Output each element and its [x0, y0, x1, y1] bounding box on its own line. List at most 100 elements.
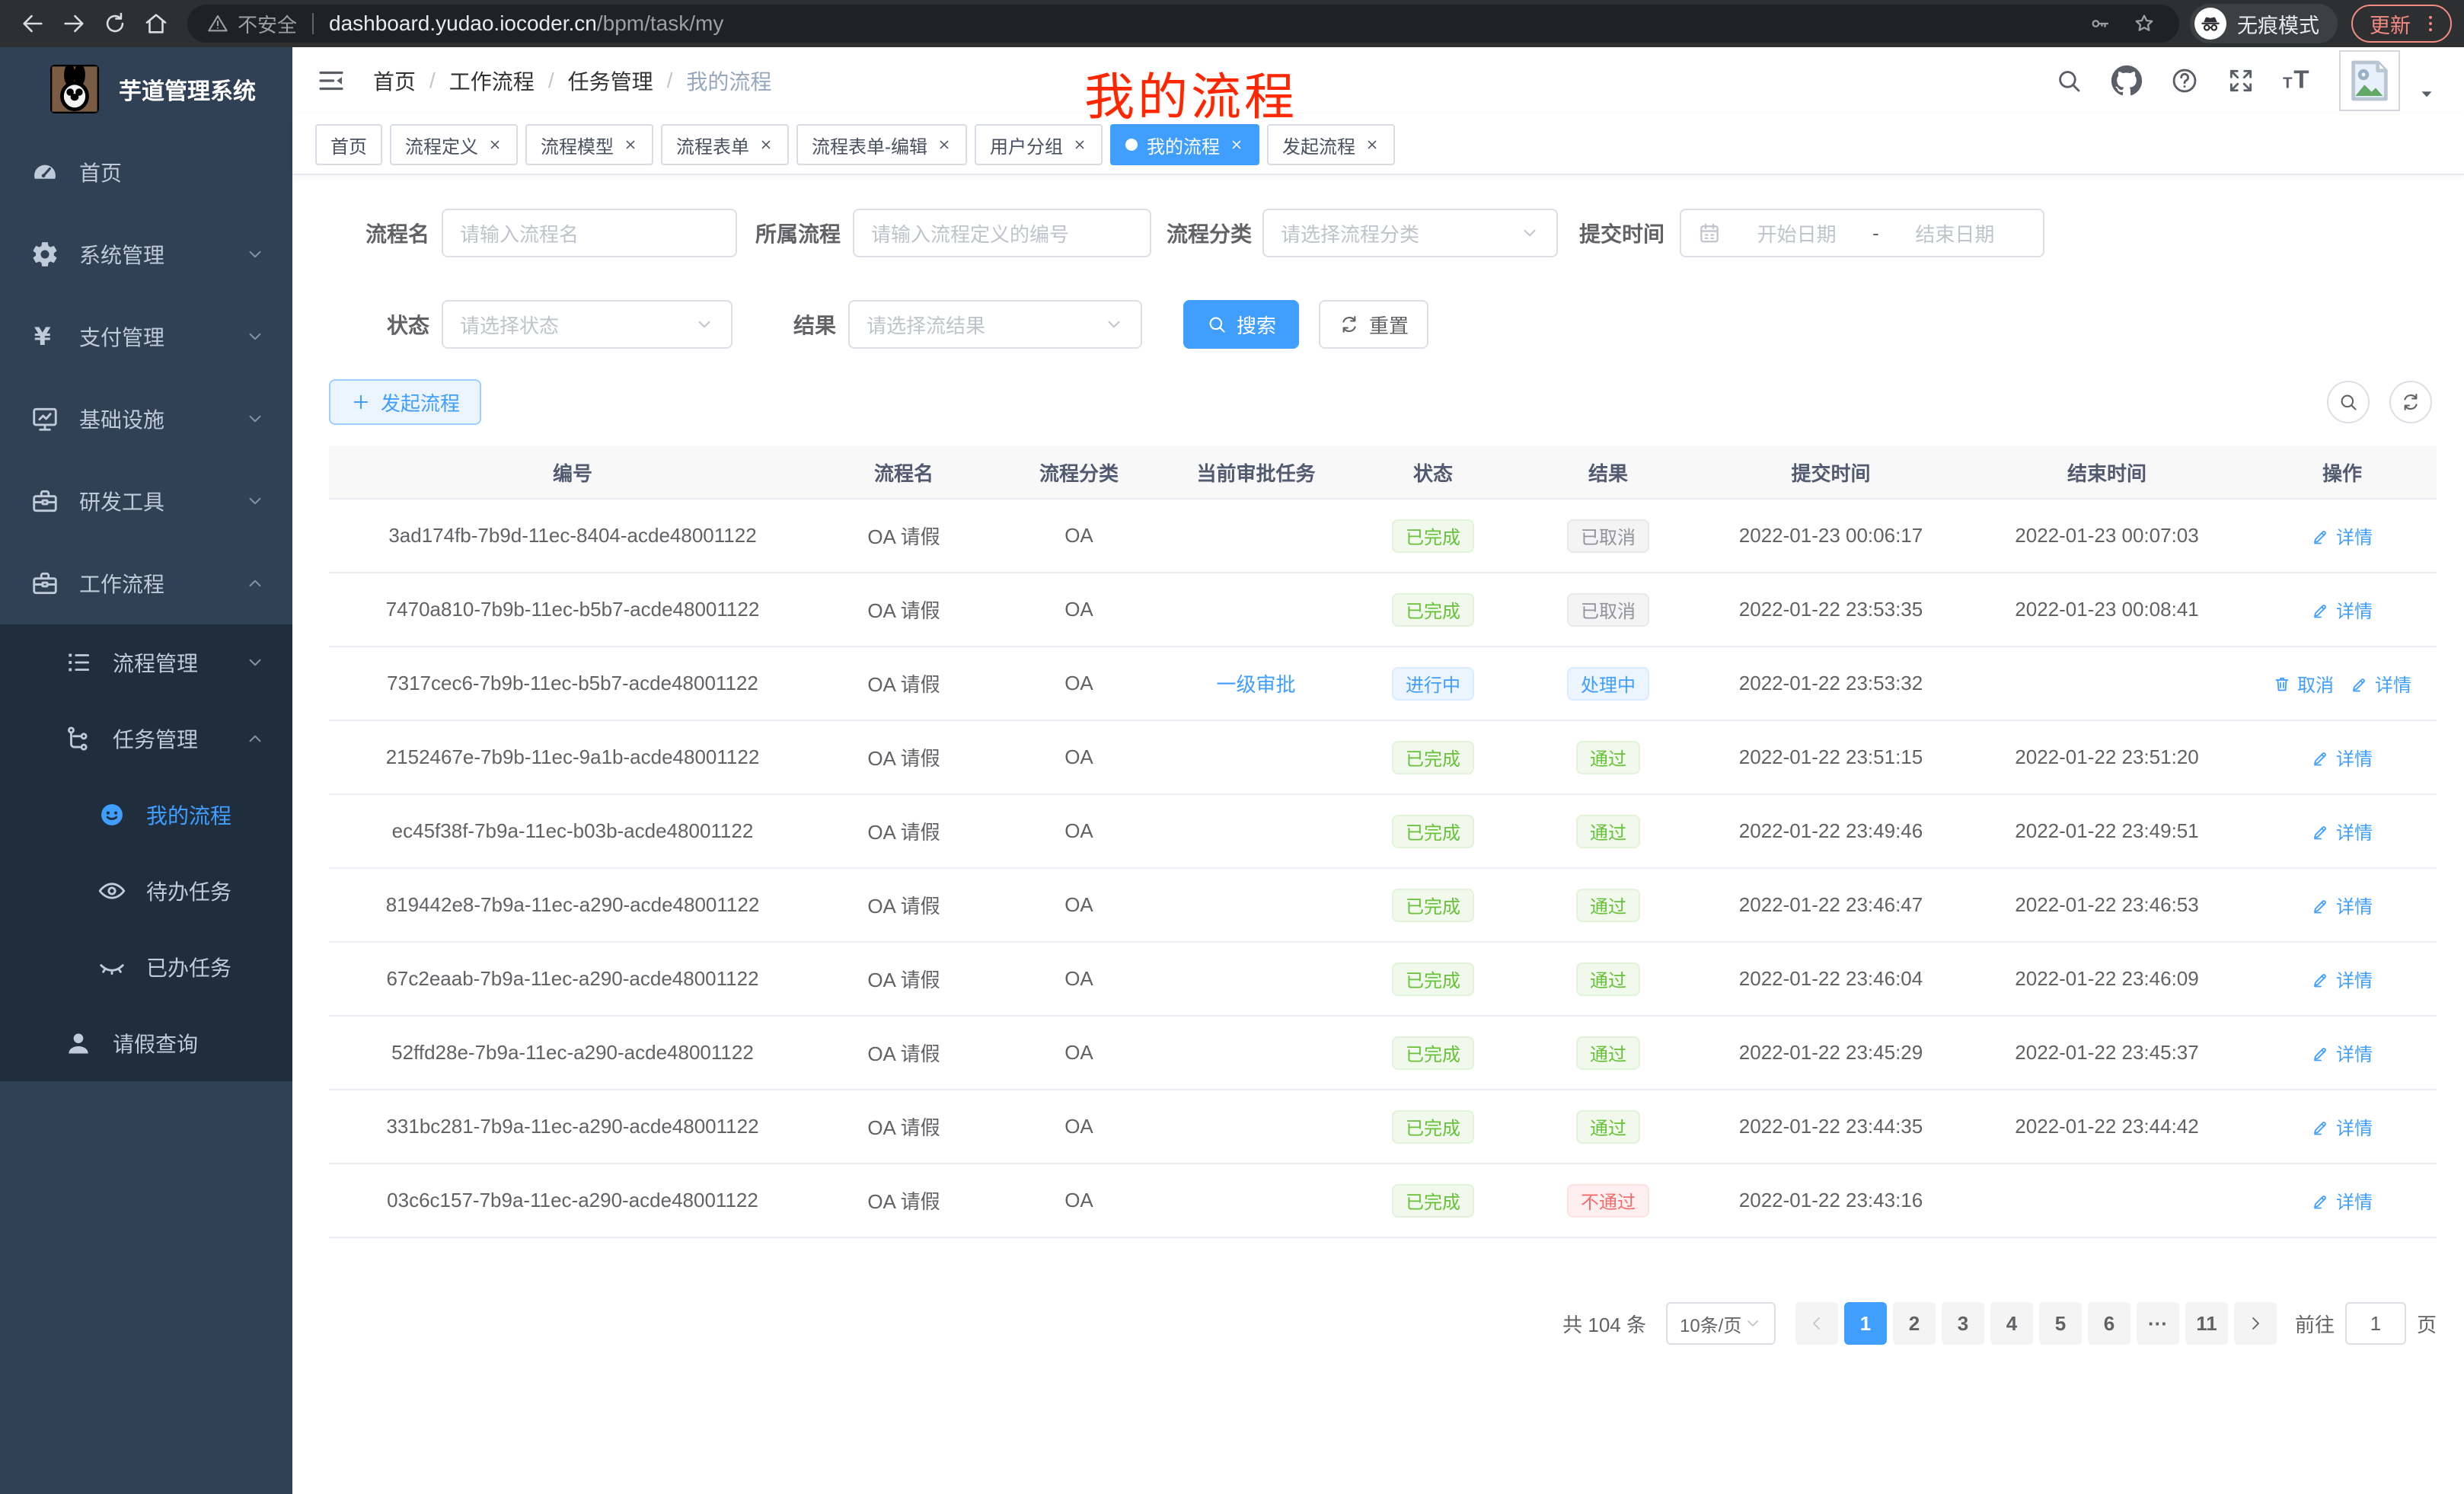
- action-label: 详情: [2336, 744, 2373, 771]
- page-button-1[interactable]: 1: [1844, 1302, 1887, 1345]
- refresh-table-button[interactable]: [2389, 381, 2432, 423]
- chevron-right-icon: [2246, 1314, 2265, 1333]
- address-bar[interactable]: 不安全 dashboard.yudao.iocoder.cn /bpm/task…: [187, 5, 2179, 43]
- svg-text:¥: ¥: [34, 324, 51, 351]
- result-badge: 已取消: [1567, 593, 1649, 627]
- sidebar-collapse-icon[interactable]: [315, 65, 347, 97]
- sidebar-item-devtools[interactable]: 研发工具: [0, 460, 292, 542]
- action-detail-link[interactable]: 详情: [2312, 1039, 2373, 1066]
- sidebar-item-done-task[interactable]: 已办任务: [0, 929, 292, 1005]
- sidebar-item-payment[interactable]: ¥支付管理: [0, 295, 292, 378]
- action-detail-link[interactable]: 详情: [2312, 966, 2373, 992]
- page-button-5[interactable]: 5: [2039, 1302, 2082, 1345]
- browser-forward-button[interactable]: [53, 3, 94, 44]
- sidebar-item-todo-task[interactable]: 待办任务: [0, 853, 292, 929]
- action-detail-link[interactable]: 详情: [2312, 892, 2373, 918]
- page-more-button[interactable]: ···: [2137, 1302, 2179, 1345]
- sidebar-item-leave-query[interactable]: 请假查询: [0, 1005, 292, 1081]
- github-icon[interactable]: [2111, 65, 2143, 97]
- tab-home[interactable]: 首页: [315, 124, 382, 165]
- help-icon[interactable]: [2170, 66, 2199, 95]
- action-cancel-link[interactable]: 取消: [2273, 670, 2334, 697]
- result-select[interactable]: 请选择流结果: [848, 300, 1142, 349]
- tab-process-definition[interactable]: 流程定义: [390, 124, 518, 165]
- sidebar-item-my-process[interactable]: 我的流程: [0, 777, 292, 853]
- breadcrumb: 首页/工作流程/任务管理/我的流程: [373, 65, 771, 96]
- page-size-select[interactable]: 10条/页: [1666, 1302, 1776, 1345]
- tab-user-group[interactable]: 用户分组: [975, 124, 1103, 165]
- close-icon[interactable]: [937, 137, 952, 152]
- tab-my-process[interactable]: 我的流程: [1110, 124, 1259, 165]
- action-detail-link[interactable]: 详情: [2351, 670, 2411, 697]
- sidebar-item-workflow[interactable]: 工作流程: [0, 542, 292, 624]
- goto-page-input[interactable]: 1: [2345, 1302, 2406, 1345]
- cell-end-time: 2022-01-22 23:46:53: [2015, 893, 2198, 917]
- submit-time-range-picker[interactable]: 开始日期 - 结束日期: [1680, 209, 2044, 257]
- browser-back-button[interactable]: [12, 3, 53, 44]
- cell-id: 331bc281-7b9a-11ec-a290-acde48001122: [386, 1115, 758, 1138]
- prev-page-button[interactable]: [1795, 1302, 1838, 1345]
- font-size-icon[interactable]: TT: [2283, 66, 2312, 95]
- tab-process-form[interactable]: 流程表单: [661, 124, 789, 165]
- status-placeholder: 请选择状态: [460, 311, 559, 339]
- page-button-6[interactable]: 6: [2088, 1302, 2130, 1345]
- close-icon[interactable]: [758, 137, 774, 152]
- show-search-toggle-button[interactable]: [2327, 381, 2370, 423]
- cell-current-task: 一级审批: [1216, 669, 1295, 698]
- avatar-caret-icon[interactable]: [2417, 84, 2437, 104]
- definition-input[interactable]: 请输入流程定义的编号: [853, 209, 1151, 257]
- status-select[interactable]: 请选择状态: [442, 300, 732, 349]
- cell-category: OA: [1064, 1041, 1093, 1065]
- browser-update-button[interactable]: 更新: [2351, 5, 2452, 43]
- avatar[interactable]: [2339, 50, 2400, 111]
- header-search-icon[interactable]: [2054, 66, 2083, 95]
- tab-process-form-edit[interactable]: 流程表单-编辑: [796, 124, 967, 165]
- chevron-down-icon: [245, 244, 265, 264]
- page-button-11[interactable]: 11: [2185, 1302, 2228, 1345]
- action-detail-link[interactable]: 详情: [2312, 1113, 2373, 1140]
- search-button[interactable]: 搜索: [1183, 300, 1299, 349]
- tab-start-process[interactable]: 发起流程: [1267, 124, 1395, 165]
- sidebar-item-home[interactable]: 首页: [0, 131, 292, 213]
- sidebar-item-system[interactable]: 系统管理: [0, 213, 292, 295]
- close-icon[interactable]: [623, 137, 638, 152]
- action-detail-link[interactable]: 详情: [2312, 744, 2373, 771]
- tab-process-model[interactable]: 流程模型: [525, 124, 653, 165]
- cell-id: 03c6c157-7b9a-11ec-a290-acde48001122: [387, 1189, 758, 1212]
- action-detail-link[interactable]: 详情: [2312, 1187, 2373, 1214]
- sidebar-item-infrastructure[interactable]: 基础设施: [0, 378, 292, 460]
- browser-home-button[interactable]: [136, 3, 177, 44]
- page-button-4[interactable]: 4: [1990, 1302, 2033, 1345]
- password-key-button[interactable]: [2085, 8, 2115, 39]
- page-button-2[interactable]: 2: [1893, 1302, 1936, 1345]
- category-select[interactable]: 请选择流程分类: [1262, 209, 1558, 257]
- close-icon[interactable]: [1072, 137, 1087, 152]
- breadcrumb-item[interactable]: 首页: [373, 65, 416, 96]
- action-detail-link[interactable]: 详情: [2312, 596, 2373, 623]
- refresh-icon: [1339, 314, 1360, 335]
- sidebar-item-label: 我的流程: [146, 800, 231, 830]
- breadcrumb-item[interactable]: 工作流程: [449, 65, 535, 96]
- page-button-3[interactable]: 3: [1942, 1302, 1984, 1345]
- sidebar-item-task-mgmt[interactable]: 任务管理: [0, 701, 292, 777]
- close-icon[interactable]: [487, 137, 503, 152]
- close-icon[interactable]: [1229, 137, 1244, 152]
- browser-reload-button[interactable]: [94, 3, 136, 44]
- bookmark-star-button[interactable]: [2129, 8, 2159, 39]
- sidebar-item-process-mgmt[interactable]: 流程管理: [0, 624, 292, 701]
- action-detail-link[interactable]: 详情: [2312, 522, 2373, 549]
- action-detail-link[interactable]: 详情: [2312, 818, 2373, 844]
- close-icon[interactable]: [1364, 137, 1380, 152]
- sidebar-menu: 首页系统管理¥支付管理基础设施研发工具工作流程流程管理任务管理我的流程待办任务已…: [0, 131, 292, 1081]
- browser-menu-icon[interactable]: [2420, 13, 2441, 34]
- fullscreen-icon[interactable]: [2226, 66, 2255, 95]
- breadcrumb-item[interactable]: 任务管理: [568, 65, 653, 96]
- reset-button[interactable]: 重置: [1319, 300, 1428, 349]
- cell-category: OA: [1064, 598, 1093, 621]
- cell-id: 7470a810-7b9b-11ec-b5b7-acde48001122: [386, 598, 760, 621]
- next-page-button[interactable]: [2234, 1302, 2277, 1345]
- start-process-button[interactable]: 发起流程: [329, 379, 481, 425]
- process-name-input[interactable]: 请输入流程名: [442, 209, 737, 257]
- browser-chrome: 不安全 dashboard.yudao.iocoder.cn /bpm/task…: [0, 0, 2464, 47]
- tab-label: 发起流程: [1282, 132, 1355, 158]
